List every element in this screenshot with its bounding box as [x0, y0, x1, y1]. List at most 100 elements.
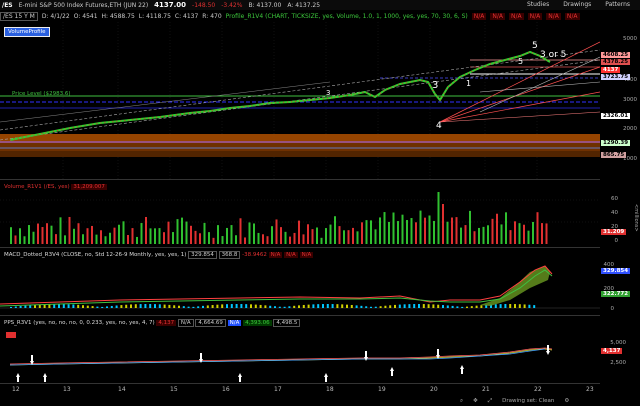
- drawing-set-selector[interactable]: Drawing set: Clean: [502, 398, 554, 404]
- volume-bar: [275, 219, 278, 244]
- macd-histogram-bar: [96, 306, 99, 308]
- last-price-tag: 4137: [601, 67, 621, 73]
- volume-bar: [518, 223, 521, 244]
- volume-bar: [329, 224, 332, 244]
- volume-bar: [302, 234, 305, 244]
- volume-chart: [0, 192, 600, 244]
- volume-bar: [199, 233, 201, 244]
- volume-bar: [343, 230, 345, 244]
- na-badge: N/A: [490, 12, 506, 20]
- volume-study-label[interactable]: Volume_R1V1 (/ES, yes) 31,209.007: [4, 184, 107, 190]
- x-axis-label: 22: [534, 386, 542, 393]
- wave-label: 5: [518, 57, 523, 66]
- macd-histogram-bar: [29, 305, 32, 308]
- volume-bar: [95, 234, 98, 244]
- macd-study-label[interactable]: MACD_Dotted_R3V4 (CLOSE, no, Std 12-26-9…: [4, 251, 314, 259]
- price-panel[interactable]: 3 3 1 4 5 3 or 5 5 VolumeProfile Price L…: [0, 22, 601, 180]
- macd-histogram-bar: [91, 306, 94, 308]
- pps-red-badge: [6, 332, 16, 338]
- volume-bar: [41, 227, 44, 244]
- volume-bar: [365, 220, 368, 244]
- macd-histogram-bar: [298, 305, 300, 308]
- y-axis-label: 3000: [623, 97, 637, 103]
- open-value: O: 4541: [73, 12, 98, 20]
- patterns-button[interactable]: Patterns: [605, 1, 630, 8]
- volume-bar: [361, 222, 363, 244]
- volume-bar: [293, 232, 296, 244]
- symbol-input[interactable]: /ES: [2, 2, 13, 9]
- volume-bar: [500, 224, 503, 244]
- macd-histogram-bar: [10, 307, 12, 308]
- volume-value: 31,209.007: [71, 184, 107, 190]
- volume-axis[interactable]: 60 40 20 0 <millions>: [600, 182, 640, 248]
- macd-histogram-bar: [403, 304, 406, 308]
- macd-histogram-bar: [350, 304, 353, 308]
- volume-bar: [392, 212, 395, 244]
- macd-histogram-bar: [331, 304, 334, 308]
- macd-histogram-bar: [82, 305, 84, 308]
- pan-icon[interactable]: ✥: [473, 398, 478, 404]
- volume-bar: [122, 221, 125, 244]
- macd-histogram-bar: [235, 304, 238, 308]
- volume-bar: [406, 220, 408, 244]
- y-axis-label: 0: [610, 306, 615, 312]
- volume-bar: [428, 215, 431, 244]
- volume-bar: [194, 230, 197, 244]
- volume-bar: [424, 217, 426, 244]
- x-axis-label: 14: [118, 386, 126, 393]
- profile-study-label[interactable]: Profile_R1V4 (CHART, TICKSIZE, yes, Volu…: [226, 13, 468, 20]
- volume-bar: [239, 218, 242, 244]
- volume-bar: [527, 230, 530, 244]
- volume-bar: [50, 225, 53, 244]
- pps-value: N/A: [227, 320, 242, 326]
- macd-histogram-bar: [326, 304, 329, 308]
- volume-bar: [320, 237, 323, 244]
- volume-bar: [86, 228, 89, 244]
- volume-bar: [532, 221, 534, 244]
- pps-value: 4,393.06: [243, 320, 272, 326]
- drawings-button[interactable]: Drawings: [563, 1, 591, 8]
- price-change-pct: -3.42%: [221, 1, 243, 9]
- volume-bar: [37, 223, 39, 244]
- volume-bar: [163, 232, 165, 244]
- volume-bar: [109, 232, 111, 244]
- pps-panel[interactable]: PPS_R3V1 (yes, no, no, no, 0, 0.233, yes…: [0, 318, 600, 384]
- volume-profile-button[interactable]: VolumeProfile: [4, 27, 50, 37]
- volume-bar: [410, 218, 413, 244]
- volume-panel[interactable]: Volume_R1V1 (/ES, yes) 31,209.007: [0, 182, 600, 248]
- macd-histogram-bar: [413, 304, 416, 308]
- zoom-icon[interactable]: ⤢: [488, 398, 492, 405]
- settings-icon[interactable]: ⚙: [564, 398, 569, 404]
- y-axis-label: 2,500: [610, 360, 626, 366]
- ohlc-bar: /ES 15 Y M D: 4/1/22 O: 4541 H: 4588.75 …: [0, 11, 640, 21]
- macd-histogram-bar: [86, 305, 89, 308]
- macd-histogram-bar: [494, 304, 497, 308]
- timeframe-label[interactable]: /ES 15 Y M: [0, 11, 38, 21]
- x-axis-label: 16: [222, 386, 230, 393]
- volume-study-name: Volume_R1V1 (/ES, yes): [4, 184, 70, 190]
- volume-bar: [505, 212, 507, 244]
- y-axis-label: 2000: [623, 126, 637, 132]
- volume-bar: [473, 231, 476, 244]
- volume-bar: [523, 224, 525, 244]
- pps-study-label[interactable]: PPS_R3V1 (yes, no, no, no, 0, 0.233, yes…: [4, 319, 301, 327]
- price-tag: 4608.25: [601, 52, 631, 58]
- volume-bar: [28, 225, 30, 244]
- studies-button[interactable]: Studies: [527, 1, 549, 8]
- volume-bar: [455, 217, 458, 244]
- volume-bar: [487, 225, 489, 244]
- volume-bar: [437, 192, 440, 244]
- macd-histogram-bar: [192, 306, 195, 308]
- volume-bar: [235, 235, 237, 244]
- y-axis-label: 40: [611, 210, 618, 216]
- macd-panel[interactable]: MACD_Dotted_R3V4 (CLOSE, no, Std 12-26-9…: [0, 250, 600, 316]
- pps-chart: [9, 345, 553, 382]
- macd-axis[interactable]: 400 200 0: [600, 250, 640, 316]
- macd-histogram-bar: [341, 304, 344, 308]
- magnifier-icon[interactable]: ⌕: [460, 398, 463, 405]
- y-axis-label: 5,000: [610, 340, 626, 346]
- na-badge: N/A: [299, 252, 314, 258]
- volume-bar: [298, 220, 300, 244]
- volume-bar: [289, 236, 291, 244]
- volume-bar: [100, 230, 102, 244]
